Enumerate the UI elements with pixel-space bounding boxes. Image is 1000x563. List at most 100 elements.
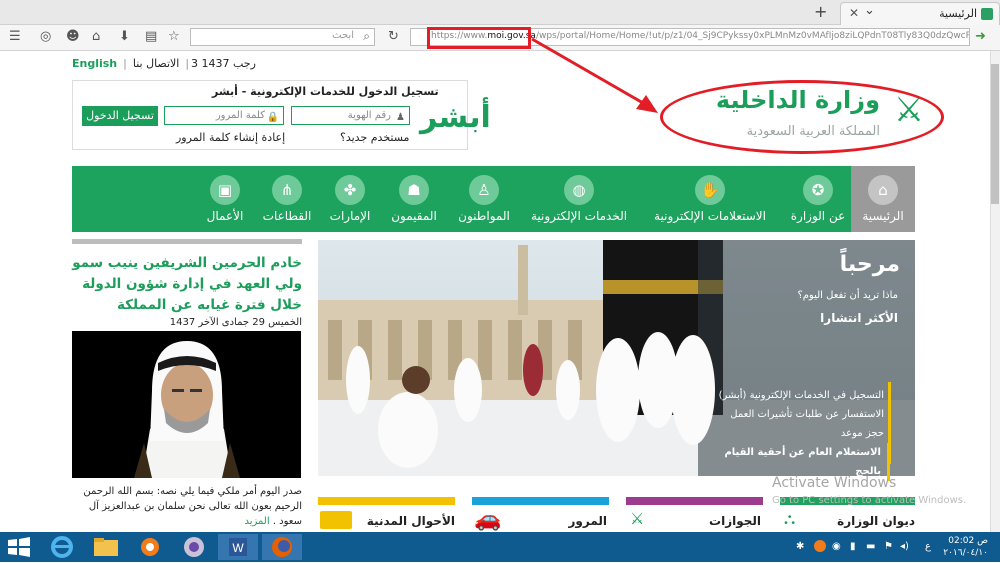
hijri-date: 3 رجب 1437 bbox=[191, 57, 256, 70]
clipboard-icon[interactable]: ▤ bbox=[145, 29, 157, 44]
service-label: ديوان الوزارة bbox=[837, 514, 915, 528]
word-icon[interactable]: W bbox=[218, 534, 258, 560]
hero-welcome: مرحباً bbox=[839, 252, 900, 277]
new-tab-button[interactable]: + bbox=[814, 2, 827, 21]
activate-windows-subtitle: Go to PC settings to activate Windows. bbox=[772, 495, 967, 506]
nav-label: المواطنون bbox=[458, 209, 510, 223]
tray-app-icon[interactable]: ◉ bbox=[832, 541, 841, 552]
speed-dial-icon[interactable]: ◎ bbox=[40, 29, 51, 44]
nav-label: عن الوزارة bbox=[790, 209, 846, 223]
emblem-icon: ✪ bbox=[803, 175, 833, 205]
hero-question: ماذا تريد أن تفعل اليوم؟ bbox=[797, 290, 898, 301]
hero-popular-title: الأكثر انتشارا bbox=[820, 311, 898, 325]
service-civil-affairs[interactable]: الأحوال المدنية bbox=[318, 497, 455, 532]
nav-residents[interactable]: ☗ المقيمون bbox=[386, 166, 442, 232]
service-bar bbox=[472, 497, 609, 505]
favicon-icon bbox=[981, 8, 993, 20]
news-headline[interactable]: خادم الحرمين الشريفين ينيب سمو ولي العهد… bbox=[72, 253, 302, 316]
nav-business[interactable]: ▣ الأعمال bbox=[200, 166, 250, 232]
nav-about[interactable]: ✪ عن الوزارة bbox=[787, 166, 849, 232]
nav-citizens[interactable]: ♙ المواطنون bbox=[456, 166, 512, 232]
logo-highlight-ellipse bbox=[660, 80, 944, 154]
nav-sectors[interactable]: ⋔ القطاعات bbox=[261, 166, 313, 232]
nav-label: الرئيسية bbox=[862, 209, 904, 223]
network-icon: ⋔ bbox=[272, 175, 302, 205]
absher-logo: أبشر bbox=[420, 100, 491, 135]
extension-icon[interactable]: ☻ bbox=[66, 29, 80, 44]
citizen-icon: ♙ bbox=[469, 175, 499, 205]
firefox-icon[interactable] bbox=[262, 534, 302, 560]
search-icon: ⌕ bbox=[363, 29, 370, 43]
power-icon[interactable]: ▬ bbox=[866, 541, 875, 552]
nav-eservices[interactable]: ◍ الخدمات الإلكترونية bbox=[526, 166, 632, 232]
internet-explorer-icon[interactable] bbox=[42, 534, 82, 560]
network-icon[interactable]: ▮ bbox=[850, 541, 856, 552]
top-links: English | الاتصال بنا | bbox=[72, 57, 190, 70]
reload-icon[interactable]: ↻ bbox=[388, 29, 399, 44]
system-clock[interactable]: 02:02 ص ٢٠١٦/٠٤/١٠ bbox=[934, 535, 988, 559]
search-placeholder: ابحث bbox=[332, 30, 354, 41]
people-icon: ☗ bbox=[399, 175, 429, 205]
bookmark-star-icon[interactable]: ☆ bbox=[168, 29, 180, 44]
flag-icon[interactable]: ⚑ bbox=[884, 541, 893, 552]
download-icon[interactable]: ⬇ bbox=[119, 29, 130, 44]
nav-inquiries[interactable]: ✋ الاستعلامات الإلكترونية bbox=[646, 166, 774, 232]
fingerprint-icon: ✋ bbox=[695, 175, 725, 205]
new-user-link[interactable]: مستخدم جديد؟ bbox=[340, 131, 409, 144]
nav-label: الاستعلامات الإلكترونية bbox=[654, 209, 766, 223]
nav-home[interactable]: ⌂ الرئيسية bbox=[851, 166, 915, 232]
nav-label: الإمارات bbox=[329, 209, 371, 223]
id-card-icon bbox=[320, 511, 352, 529]
absher-login-title: تسجيل الدخول للخدمات الإلكترونية - أبشر bbox=[212, 85, 439, 98]
home-icon: ⌂ bbox=[868, 175, 898, 205]
tray-avast-icon[interactable] bbox=[814, 540, 826, 552]
nav-label: المقيمون bbox=[391, 209, 437, 223]
globe-icon: ◍ bbox=[564, 175, 594, 205]
map-icon: ✤ bbox=[335, 175, 365, 205]
file-explorer-icon[interactable] bbox=[86, 534, 126, 560]
service-label: المرور bbox=[568, 514, 608, 528]
close-tab-icon[interactable]: ✕ bbox=[849, 6, 859, 20]
reset-password-link[interactable]: إعادة إنشاء كلمة المرور bbox=[176, 131, 285, 144]
url-highlight-box bbox=[427, 27, 531, 49]
avast-icon[interactable] bbox=[130, 534, 170, 560]
service-bar bbox=[318, 497, 455, 505]
lock-icon: 🔒 bbox=[266, 112, 279, 123]
nav-label: القطاعات bbox=[262, 209, 312, 223]
passport-icon: ⚔ bbox=[630, 509, 645, 528]
bluetooth-icon[interactable]: ✱ bbox=[796, 541, 804, 552]
home-icon[interactable]: ⌂ bbox=[92, 29, 100, 44]
service-label: الأحوال المدنية bbox=[366, 514, 455, 528]
car-icon: 🚗 bbox=[474, 507, 502, 532]
windows-start-icon[interactable] bbox=[6, 536, 32, 558]
nav-label: الأعمال bbox=[206, 209, 244, 223]
window-restore-button[interactable]: ⌄ bbox=[864, 3, 875, 18]
more-link[interactable]: المزيد bbox=[244, 516, 269, 527]
news-photo bbox=[72, 331, 301, 478]
password-field[interactable]: كلمة المرور 🔒 bbox=[164, 106, 284, 125]
opera-icon[interactable] bbox=[174, 534, 214, 560]
diwan-icon: ⛬ bbox=[784, 509, 796, 528]
service-passports[interactable]: ⚔ الجوازات bbox=[626, 497, 763, 532]
english-link[interactable]: English bbox=[72, 57, 117, 70]
service-traffic[interactable]: 🚗 المرور bbox=[472, 497, 609, 532]
hero-link[interactable]: التسجيل في الخدمات الإلكترونية (أبشر) bbox=[700, 386, 890, 405]
news-summary: صدر اليوم أمر ملكي فيما يلي نصه: بسم الل… bbox=[83, 486, 302, 527]
briefcase-icon: ▣ bbox=[210, 175, 240, 205]
forward-icon[interactable]: ➜ bbox=[975, 29, 986, 44]
annotation-arrow bbox=[531, 37, 658, 113]
scrollbar-thumb[interactable] bbox=[991, 64, 999, 204]
hero-link[interactable]: الاستفسار عن طلبات تأشيرات العمل bbox=[700, 405, 890, 424]
browser-search-field[interactable]: ابحث ⌕ bbox=[190, 28, 375, 46]
nav-emirates[interactable]: ✤ الإمارات bbox=[326, 166, 374, 232]
input-language[interactable]: ع bbox=[925, 541, 931, 552]
nav-label: الخدمات الإلكترونية bbox=[530, 209, 628, 223]
activate-windows-title: Activate Windows bbox=[772, 475, 897, 491]
menu-icon[interactable]: ☰ bbox=[9, 29, 21, 44]
hero-link[interactable]: حجز موعد bbox=[700, 424, 890, 443]
user-id-field[interactable]: رقم الهوية ♟ bbox=[291, 106, 410, 125]
login-button[interactable]: تسجيل الدخول bbox=[82, 106, 158, 126]
service-label: الجوازات bbox=[709, 514, 761, 528]
volume-icon[interactable]: ◂) bbox=[900, 541, 909, 552]
contact-link[interactable]: الاتصال بنا bbox=[133, 57, 180, 70]
